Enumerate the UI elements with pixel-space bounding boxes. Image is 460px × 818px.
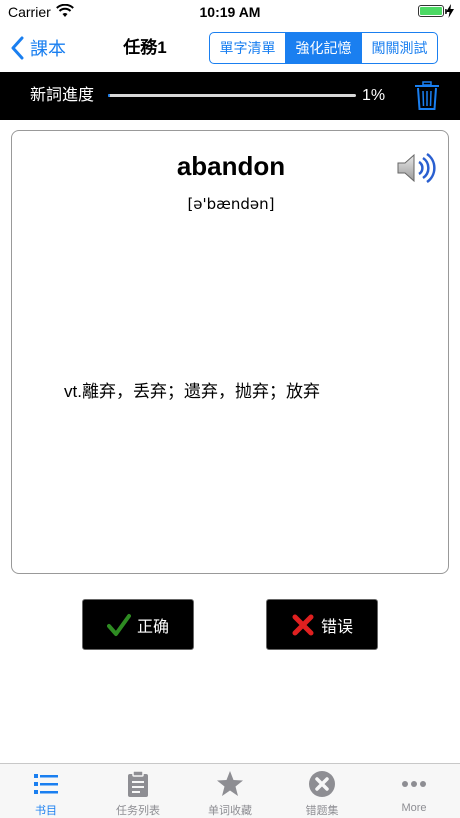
status-bar: Carrier 10:19 AM — [0, 0, 460, 26]
tab-bar: 书目 任务列表 单词收藏 错题集 More — [0, 763, 460, 818]
tab-word-favorites[interactable]: 单词收藏 — [184, 764, 276, 818]
more-icon — [402, 781, 426, 787]
wrong-label: 错误 — [320, 618, 353, 636]
tab-task-list[interactable]: 任务列表 — [92, 764, 184, 818]
list-icon — [34, 774, 58, 794]
tab-label: 任务列表 — [116, 805, 160, 817]
progress-track — [108, 94, 356, 97]
page-title: 任務1 — [123, 38, 167, 57]
trash-icon[interactable] — [414, 81, 440, 111]
tab-wrong-answers[interactable]: 错题集 — [276, 764, 368, 818]
chevron-left-icon — [11, 36, 24, 60]
word-card: abandon [ə'bændən] vt.離弃，丢弃；遗弃，抛弃；放弃 — [11, 130, 449, 574]
speaker-icon[interactable] — [396, 151, 438, 185]
mode-segmented-control: 單字清單 強化記憶 闖關測試 — [209, 32, 438, 64]
star-icon — [217, 771, 243, 796]
segment-word-list[interactable]: 單字清單 — [210, 33, 286, 63]
progress-percent: 1% — [362, 87, 386, 104]
correct-label: 正确 — [136, 618, 169, 636]
clipboard-icon — [128, 770, 148, 797]
charging-bolt-icon — [446, 4, 454, 18]
word-text: abandon — [176, 151, 286, 181]
back-button[interactable]: 課本 — [10, 34, 66, 62]
tab-label: 错题集 — [305, 805, 339, 817]
tab-label: 单词收藏 — [208, 805, 252, 817]
x-circle-icon — [309, 771, 335, 797]
wrong-button[interactable]: 错误 — [266, 599, 378, 650]
progress-label: 新詞進度 — [30, 87, 95, 104]
correct-button[interactable]: 正确 — [82, 599, 194, 650]
tab-label: More — [401, 802, 427, 814]
progress-strip: 新詞進度 1% — [0, 72, 460, 120]
battery-icon — [418, 5, 447, 17]
checkmark-icon — [106, 613, 131, 636]
back-label: 課本 — [30, 39, 66, 59]
status-time: 10:19 AM — [199, 4, 261, 20]
word-phonetic: [ə'bændən] — [187, 195, 275, 213]
segment-challenge-test[interactable]: 闖關測試 — [362, 33, 437, 63]
tab-label: 书目 — [35, 805, 57, 817]
progress-fill — [108, 94, 111, 97]
segment-reinforce-memory[interactable]: 強化記憶 — [286, 33, 362, 63]
cross-icon — [292, 614, 314, 635]
navigation-bar: 課本 任務1 單字清單 強化記憶 闖關測試 — [0, 26, 460, 70]
tab-more[interactable]: More — [368, 764, 460, 818]
tab-books[interactable]: 书目 — [0, 764, 92, 818]
word-meaning: vt.離弃，丢弃；遗弃，抛弃；放弃 — [64, 382, 320, 401]
